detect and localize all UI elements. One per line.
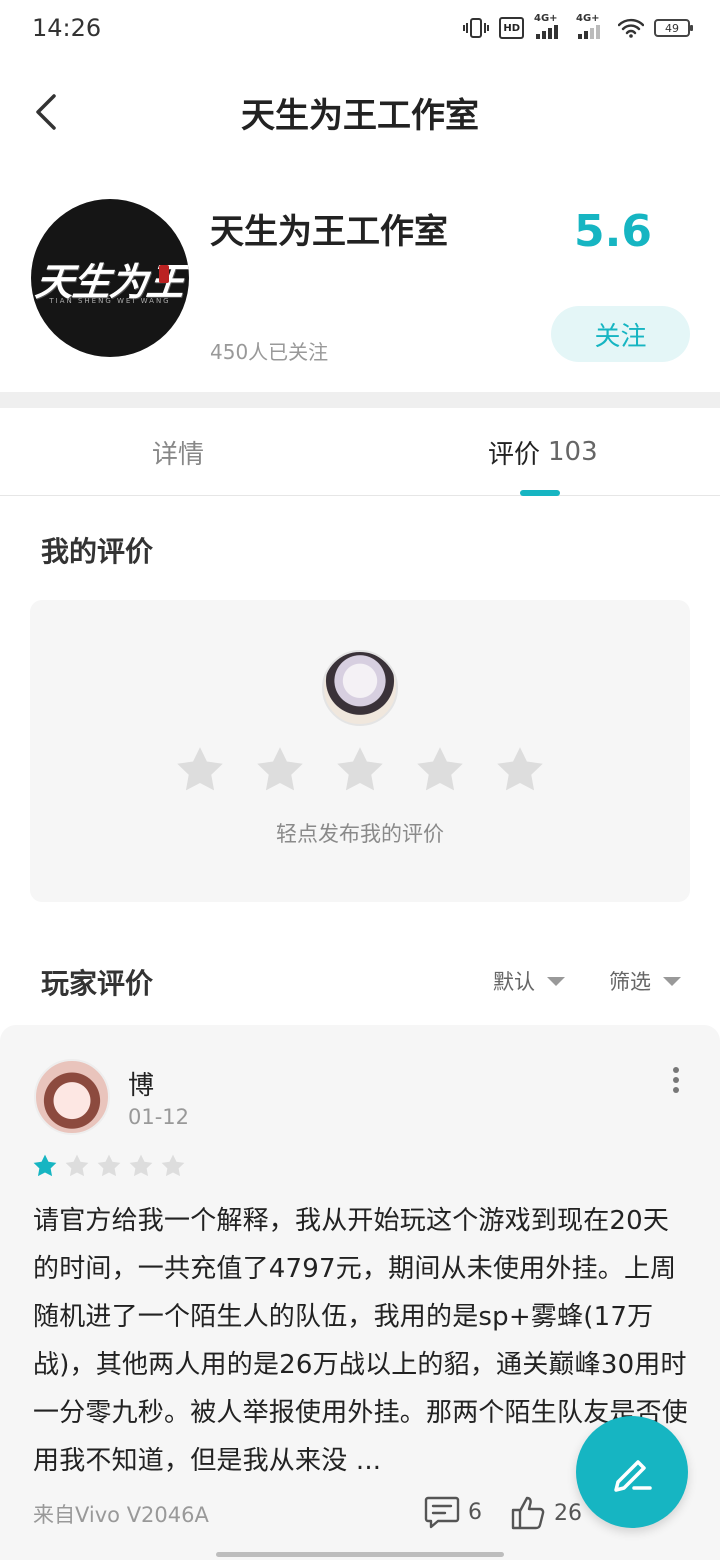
studio-logo-subtext: TIAN SHENG WEI WANG bbox=[49, 297, 171, 305]
section-divider bbox=[0, 392, 720, 408]
more-icon[interactable] bbox=[662, 1065, 690, 1095]
review-rating-stars bbox=[32, 1153, 186, 1179]
page-title: 天生为王工作室 bbox=[241, 95, 479, 136]
tab-reviews-count: 103 bbox=[548, 437, 598, 467]
hd-icon: HD bbox=[499, 17, 524, 39]
star-icon[interactable] bbox=[174, 744, 226, 796]
avatar[interactable] bbox=[34, 1059, 110, 1135]
wifi-icon bbox=[618, 17, 644, 39]
star-icon[interactable] bbox=[334, 744, 386, 796]
my-rating-stars bbox=[174, 744, 546, 796]
studio-info: 天生为王 TIAN SHENG WEI WANG 天生为王工作室 450人已关注… bbox=[0, 180, 720, 392]
tab-details-label: 详情 bbox=[152, 439, 205, 470]
back-button[interactable] bbox=[22, 88, 70, 136]
star-icon bbox=[32, 1153, 58, 1179]
write-review-button[interactable] bbox=[576, 1416, 688, 1528]
home-indicator[interactable] bbox=[216, 1552, 504, 1557]
tab-details[interactable]: 详情 bbox=[152, 408, 204, 496]
avatar bbox=[322, 650, 398, 726]
signal-label-1: 4G+ bbox=[534, 13, 558, 24]
back-icon bbox=[36, 94, 56, 130]
star-icon[interactable] bbox=[254, 744, 306, 796]
comments-count: 6 bbox=[468, 1499, 482, 1525]
filter-dropdown[interactable]: 筛选 bbox=[609, 966, 681, 996]
studio-followers: 450人已关注 bbox=[210, 340, 329, 364]
review-date: 01-12 bbox=[128, 1105, 190, 1129]
caret-down-icon bbox=[663, 976, 681, 986]
studio-logo-seal bbox=[159, 265, 169, 283]
edit-icon bbox=[614, 1460, 652, 1492]
status-bar: 14:26 HD 4G+ 4G+ 49 bbox=[0, 0, 720, 56]
player-reviews-title: 玩家评价 bbox=[41, 967, 154, 1000]
like-button[interactable]: 26 bbox=[510, 1495, 582, 1531]
tab-bar: 详情 评价 103 bbox=[0, 408, 720, 496]
star-icon bbox=[128, 1153, 154, 1179]
like-icon bbox=[511, 1496, 545, 1530]
my-review-title: 我的评价 bbox=[41, 535, 154, 568]
status-time: 14:26 bbox=[32, 14, 102, 42]
star-icon[interactable] bbox=[494, 744, 546, 796]
likes-count: 26 bbox=[554, 1500, 582, 1526]
star-icon bbox=[64, 1153, 90, 1179]
tab-reviews[interactable]: 评价 103 bbox=[488, 408, 598, 496]
status-icons: HD 4G+ 4G+ 49 bbox=[463, 13, 693, 39]
signal-icon-1: 4G+ bbox=[534, 13, 566, 39]
studio-score: 5.6 bbox=[574, 206, 652, 257]
signal-label-2: 4G+ bbox=[576, 13, 600, 24]
signal-icon-2: 4G+ bbox=[576, 13, 608, 39]
comments-button[interactable]: 6 bbox=[424, 1495, 482, 1529]
tab-indicator bbox=[520, 490, 560, 496]
star-icon bbox=[96, 1153, 122, 1179]
review-username[interactable]: 博 bbox=[128, 1065, 154, 1102]
sort-label: 默认 bbox=[493, 970, 535, 994]
studio-name: 天生为王工作室 bbox=[210, 212, 448, 252]
header: 天生为王工作室 bbox=[0, 70, 720, 154]
caret-down-icon bbox=[547, 976, 565, 986]
my-review-card[interactable]: 轻点发布我的评价 bbox=[30, 600, 690, 902]
filter-label: 筛选 bbox=[609, 970, 651, 994]
studio-logo: 天生为王 TIAN SHENG WEI WANG bbox=[31, 199, 189, 357]
tab-reviews-label: 评价 bbox=[488, 439, 541, 470]
review-device: 来自Vivo V2046A bbox=[33, 1503, 209, 1527]
my-review-hint: 轻点发布我的评价 bbox=[276, 822, 444, 846]
star-icon bbox=[160, 1153, 186, 1179]
follow-button[interactable]: 关注 bbox=[551, 306, 690, 362]
sort-dropdown[interactable]: 默认 bbox=[493, 966, 565, 996]
battery-icon: 49 bbox=[654, 19, 693, 37]
vibrate-icon bbox=[463, 17, 490, 39]
comment-icon bbox=[424, 1496, 460, 1529]
star-icon[interactable] bbox=[414, 744, 466, 796]
